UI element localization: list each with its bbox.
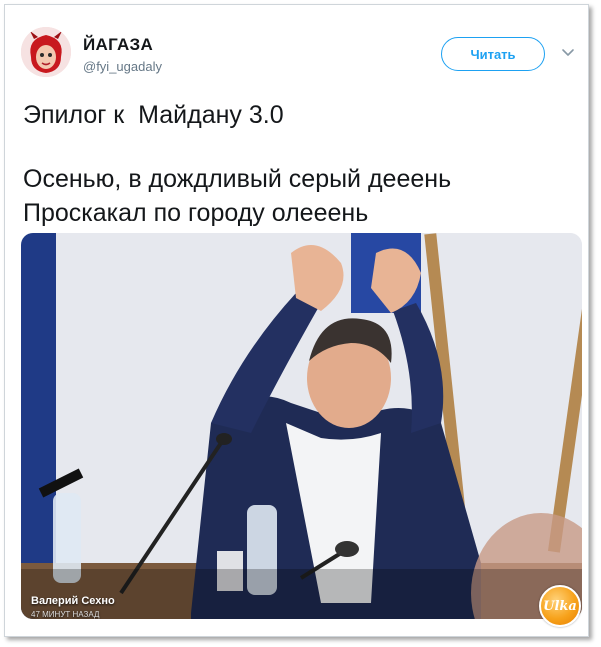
follow-button[interactable]: Читать <box>441 37 545 71</box>
watermark-logo: Ulka <box>539 585 581 627</box>
author-name[interactable]: ЙАГАЗА <box>83 35 153 55</box>
flag-left <box>21 233 56 619</box>
avatar[interactable] <box>21 27 71 77</box>
author-handle[interactable]: @fyi_ugadaly <box>83 59 162 74</box>
chevron-down-icon[interactable] <box>561 46 575 60</box>
tweet-text-line-3: Проскакал по городу олееень <box>23 199 369 227</box>
photo-illustration <box>21 233 582 619</box>
tweet-card: ЙАГАЗА @fyi_ugadaly Читать Эпилог к Майд… <box>4 4 589 637</box>
tweet-photo[interactable]: Валерий Сехно 47 МИНУТ НАЗАД <box>21 233 582 619</box>
photo-caption: Валерий Сехно <box>31 595 115 607</box>
tweet-text-line-1: Эпилог к Майдану 3.0 <box>23 101 284 129</box>
photo-time-label: 47 МИНУТ НАЗАД <box>31 610 100 619</box>
tweet-text-line-2: Осенью, в дождливый серый дееень <box>23 165 452 193</box>
